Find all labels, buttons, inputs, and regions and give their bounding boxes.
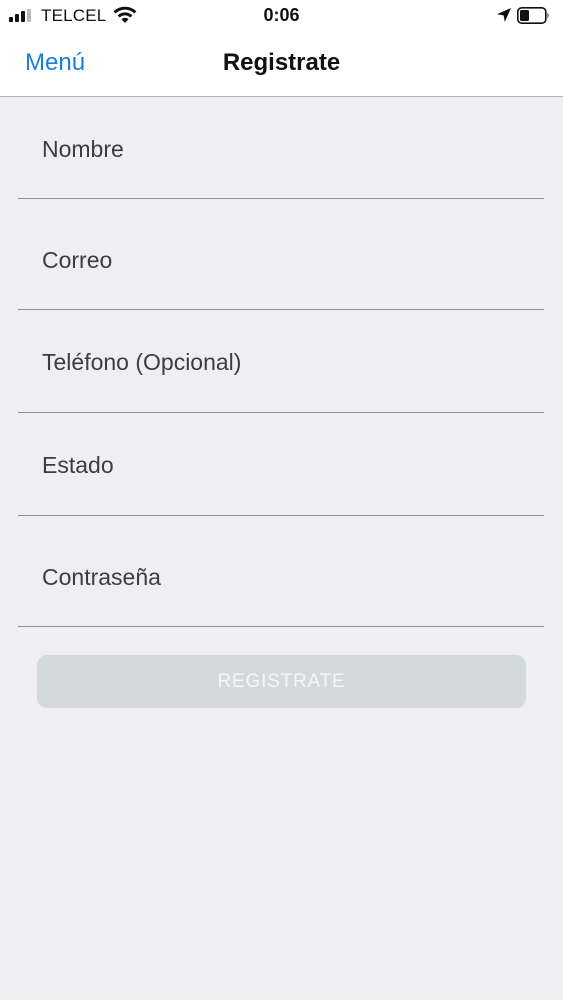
state-input[interactable] (42, 452, 522, 479)
navigation-bar: Menú Registrate (0, 32, 563, 97)
state-field (18, 414, 544, 516)
register-button[interactable]: REGISTRATE (37, 655, 526, 708)
battery-icon (517, 7, 549, 24)
phone-input[interactable] (42, 349, 522, 376)
email-input[interactable] (42, 247, 522, 274)
name-input[interactable] (42, 136, 522, 163)
status-bar: TELCEL 0:06 (0, 0, 563, 32)
password-input[interactable] (42, 564, 522, 591)
name-field (18, 100, 544, 199)
page-title: Registrate (222, 49, 341, 76)
email-field (18, 200, 544, 310)
phone-field (18, 311, 544, 413)
password-field (18, 517, 544, 627)
status-time: 0:06 (263, 5, 300, 25)
location-arrow-icon (497, 8, 511, 22)
